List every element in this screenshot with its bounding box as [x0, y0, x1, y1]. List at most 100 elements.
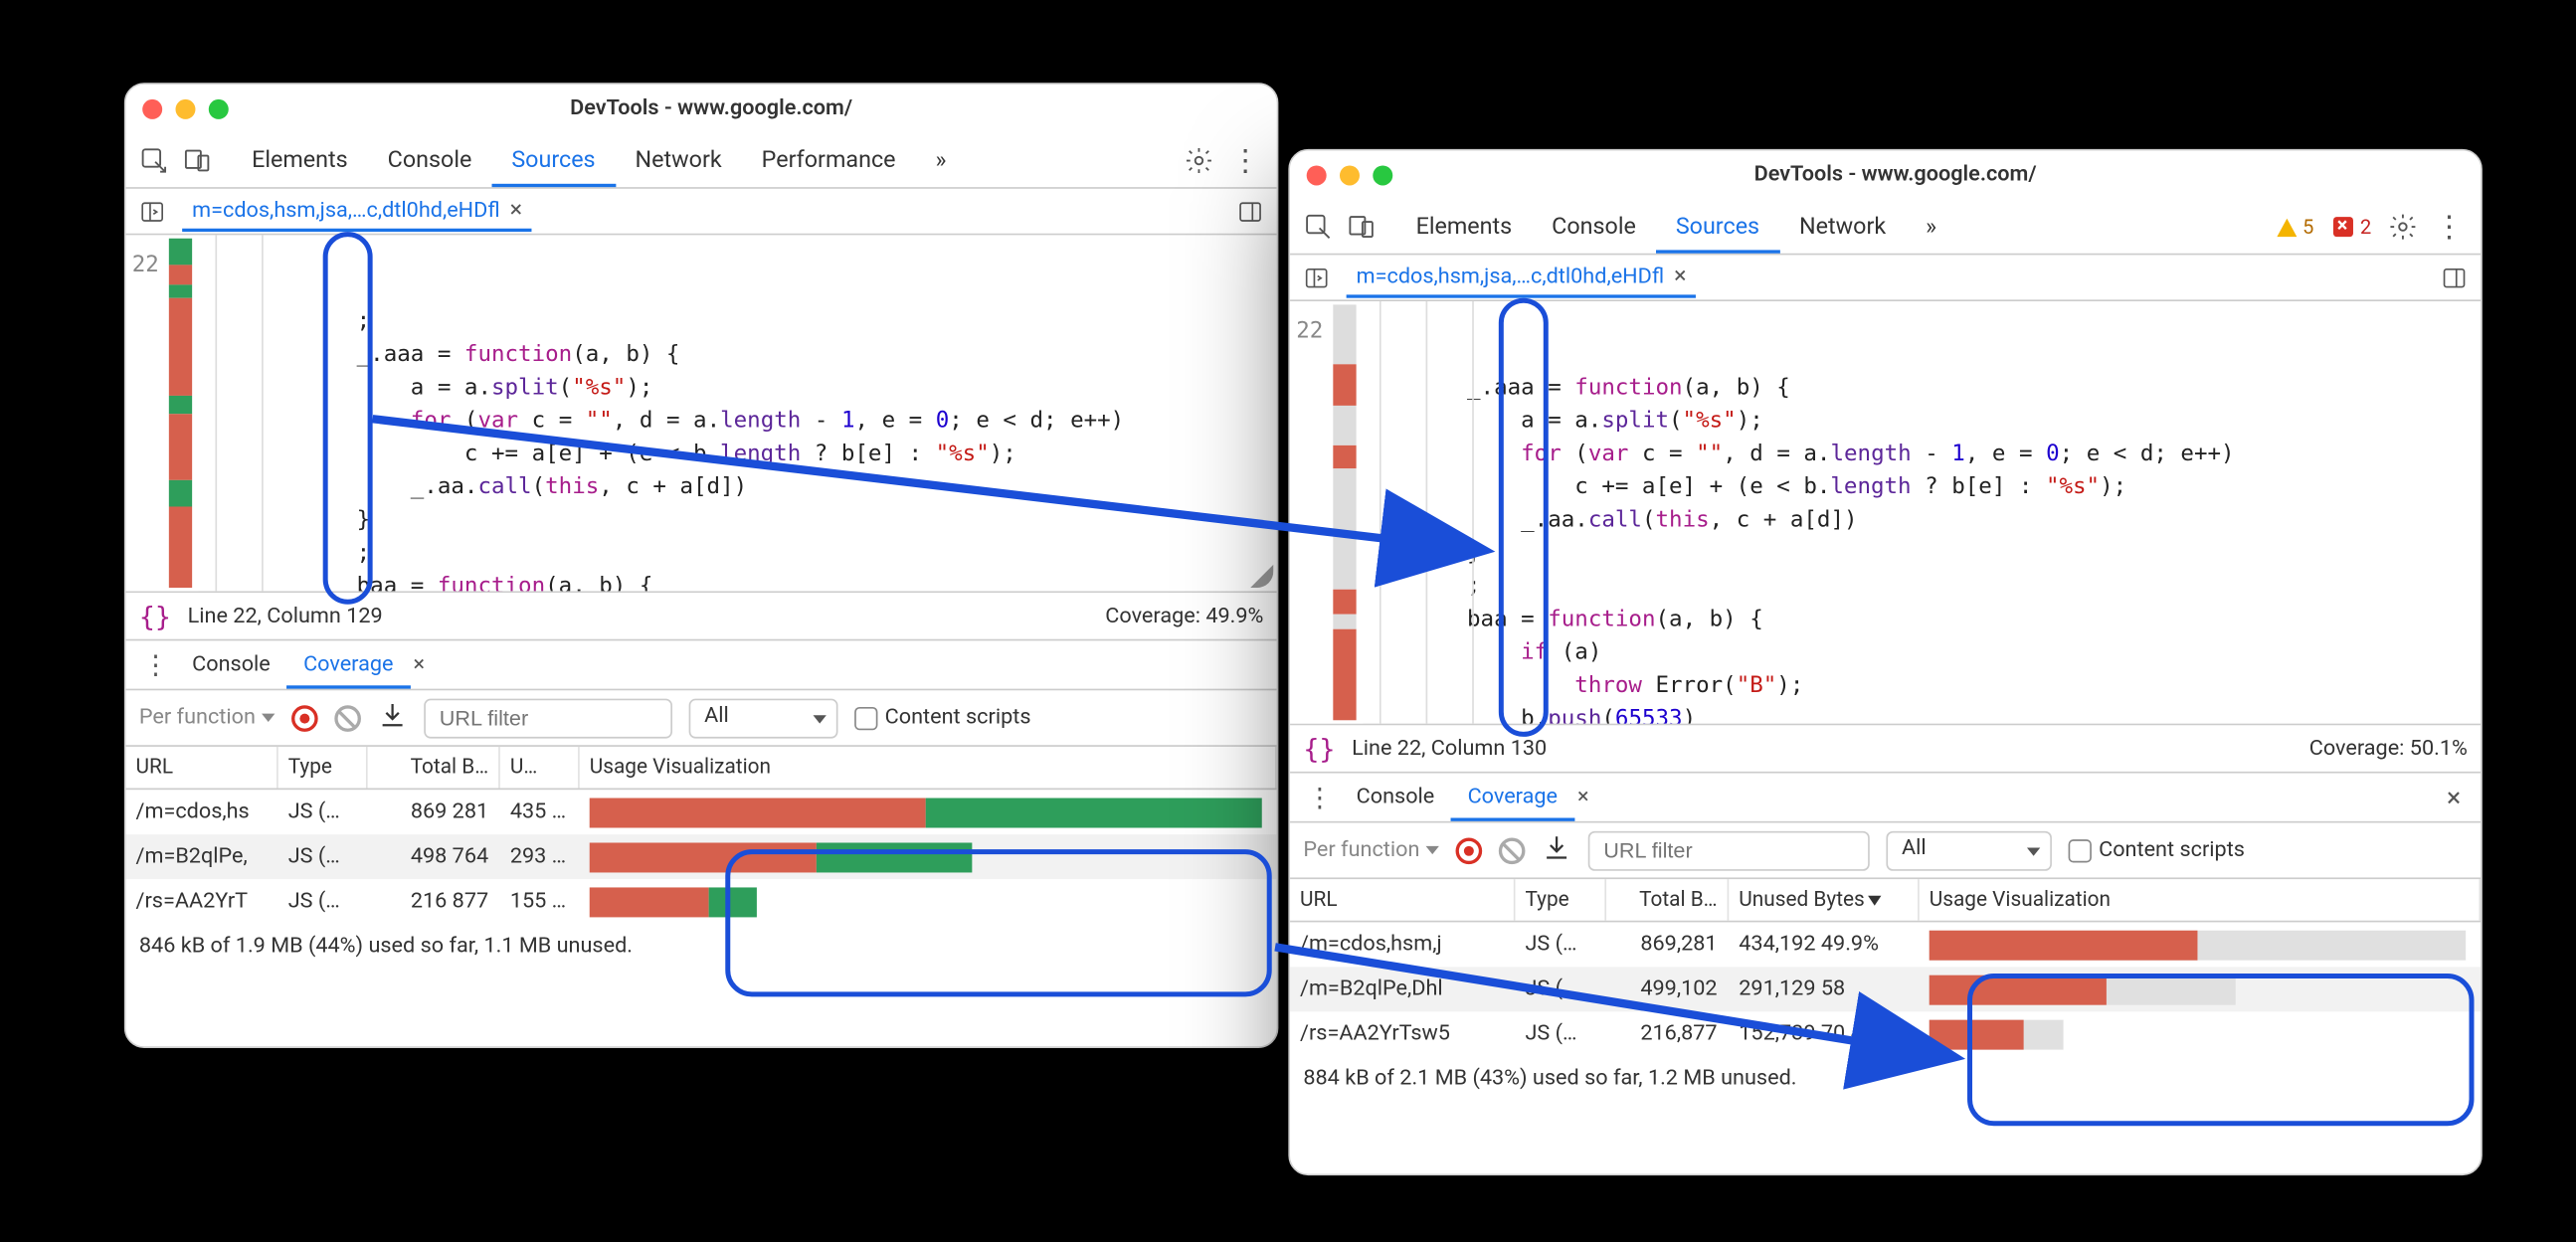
- tab-sources[interactable]: Sources: [491, 135, 615, 187]
- side-panel-icon[interactable]: [1230, 191, 1270, 231]
- per-function-select[interactable]: Per function: [1303, 837, 1439, 862]
- col-viz[interactable]: Usage Visualization: [580, 747, 1277, 789]
- close-icon[interactable]: ×: [510, 197, 522, 224]
- tab-elements[interactable]: Elements: [1396, 201, 1533, 253]
- file-bar: m=cdos,hsm,jsa,…c,dtl0hd,eHDfl ×: [1290, 255, 2481, 301]
- traffic-max-icon[interactable]: [1373, 165, 1392, 185]
- traffic-min-icon[interactable]: [1340, 165, 1360, 185]
- traffic-max-icon[interactable]: [209, 98, 229, 118]
- table-header: URL Type Total B… U… Usage Visualization: [126, 747, 1277, 790]
- code-body[interactable]: ; _.aaa = function(a, b) { a = a.split("…: [199, 235, 1277, 591]
- coverage-footer: 846 kB of 1.9 MB (44%) used so far, 1.1 …: [126, 924, 1277, 969]
- file-bar: m=cdos,hsm,jsa,…c,dtl0hd,eHDfl ×: [126, 189, 1277, 236]
- inspect-icon[interactable]: [1300, 209, 1337, 246]
- coverage-table: URL Type Total B… U… Usage Visualization…: [126, 747, 1277, 924]
- col-unused[interactable]: Unused Bytes: [1729, 879, 1919, 921]
- type-filter-select[interactable]: All: [1887, 830, 2052, 870]
- col-type[interactable]: Type: [278, 747, 368, 789]
- tab-network[interactable]: Network: [1779, 201, 1906, 253]
- drawer-tab-coverage[interactable]: Coverage: [1451, 774, 1574, 820]
- gutter: 22: [1290, 301, 1363, 724]
- status-bar: {} Line 22, Column 129 Coverage: 49.9%: [126, 591, 1277, 640]
- device-icon[interactable]: [179, 142, 216, 179]
- drawer-tab-coverage[interactable]: Coverage: [286, 641, 410, 688]
- side-panel-icon[interactable]: [2435, 258, 2475, 297]
- table-row[interactable]: /rs=AA2YrT JS (… 216 877 155 …: [126, 879, 1277, 924]
- table-row[interactable]: /m=cdos,hs JS (… 869 281 435 …: [126, 790, 1277, 834]
- col-viz[interactable]: Usage Visualization: [1920, 879, 2481, 921]
- traffic-close-icon[interactable]: [142, 98, 162, 118]
- drawer-kebab-icon[interactable]: ⋮: [136, 649, 176, 681]
- type-filter-select[interactable]: All: [689, 698, 838, 738]
- url-filter-input[interactable]: [1588, 830, 1870, 870]
- window-title: DevTools - www.google.com/: [1392, 162, 2398, 187]
- table-row[interactable]: /m=B2qlPe, JS (… 498 764 293 …: [126, 834, 1277, 879]
- tab-network[interactable]: Network: [616, 135, 742, 187]
- record-icon[interactable]: [1456, 837, 1483, 864]
- inspect-icon[interactable]: [136, 142, 173, 179]
- drawer-close-icon[interactable]: ×: [2437, 782, 2471, 813]
- table-row[interactable]: /rs=AA2YrTsw5 JS (… 216,877 152,739 70.4…: [1290, 1011, 2481, 1056]
- per-function-select[interactable]: Per function: [139, 705, 276, 730]
- file-tab-label: m=cdos,hsm,jsa,…c,dtl0hd,eHDfl: [192, 198, 499, 223]
- coverage-percent: Coverage: 50.1%: [2309, 736, 2468, 761]
- pretty-print-icon[interactable]: {}: [1303, 733, 1335, 765]
- tabs-more[interactable]: »: [1906, 201, 1956, 253]
- table-row[interactable]: /m=cdos,hsm,j JS (… 869,281 434,192 49.9…: [1290, 922, 2481, 967]
- gear-icon[interactable]: [2385, 209, 2422, 246]
- col-unused[interactable]: U…: [500, 747, 580, 789]
- device-icon[interactable]: [1343, 209, 1380, 246]
- file-tab[interactable]: m=cdos,hsm,jsa,…c,dtl0hd,eHDfl ×: [182, 190, 532, 232]
- tab-elements[interactable]: Elements: [232, 135, 368, 187]
- gear-icon[interactable]: [1181, 142, 1217, 179]
- file-tab[interactable]: m=cdos,hsm,jsa,…c,dtl0hd,eHDfl ×: [1347, 257, 1697, 298]
- main-toolbar: Elements Console Sources Network » 5 2 ⋮: [1290, 200, 2481, 255]
- code-editor: 22 ; _.aaa = function(a, b) { a = a.spli…: [126, 235, 1277, 591]
- drawer-tab-console[interactable]: Console: [175, 641, 286, 688]
- tab-console[interactable]: Console: [1532, 201, 1656, 253]
- main-toolbar: Elements Console Sources Network Perform…: [126, 134, 1277, 189]
- record-icon[interactable]: [292, 704, 319, 731]
- line-number: 22: [1296, 318, 1323, 345]
- kebab-icon[interactable]: ⋮: [1223, 143, 1266, 178]
- col-url[interactable]: URL: [126, 747, 278, 789]
- col-total[interactable]: Total B…: [368, 747, 500, 789]
- tabs-more[interactable]: »: [916, 135, 967, 187]
- col-type[interactable]: Type: [1515, 879, 1606, 921]
- traffic-close-icon[interactable]: [1307, 165, 1327, 185]
- pretty-print-icon[interactable]: {}: [139, 601, 171, 632]
- traffic-min-icon[interactable]: [175, 98, 195, 118]
- sort-desc-icon: [1868, 895, 1881, 905]
- coverage-percent: Coverage: 49.9%: [1105, 604, 1263, 628]
- table-row[interactable]: /m=B2qlPe,Dhl JS (… 499,102 291,129 58: [1290, 967, 2481, 1011]
- errors-badge[interactable]: 2: [2327, 214, 2378, 241]
- clear-icon[interactable]: [335, 704, 362, 731]
- code-editor: 22 _.aaa = function(a, b) { a = a.split(…: [1290, 301, 2481, 724]
- nav-toggle-icon[interactable]: [132, 191, 172, 231]
- warnings-badge[interactable]: 5: [2270, 214, 2320, 241]
- download-icon[interactable]: [378, 699, 408, 736]
- devtools-window-right: DevTools - www.google.com/ Elements Cons…: [1288, 149, 2482, 1175]
- coverage-toolbar: Per function All Content scripts: [1290, 823, 2481, 880]
- content-scripts-checkbox[interactable]: Content scripts: [855, 705, 1031, 730]
- tab-sources[interactable]: Sources: [1656, 201, 1779, 253]
- content-scripts-checkbox[interactable]: Content scripts: [2069, 837, 2245, 862]
- drawer-tab-close-icon[interactable]: ×: [1577, 785, 1589, 809]
- drawer-tab-close-icon[interactable]: ×: [413, 652, 425, 677]
- col-total[interactable]: Total B…: [1606, 879, 1729, 921]
- clear-icon[interactable]: [1499, 837, 1526, 864]
- col-url[interactable]: URL: [1290, 879, 1515, 921]
- tab-console[interactable]: Console: [368, 135, 492, 187]
- tab-performance[interactable]: Performance: [742, 135, 916, 187]
- drawer-tab-console[interactable]: Console: [1340, 774, 1451, 820]
- status-bar: {} Line 22, Column 130 Coverage: 50.1%: [1290, 724, 2481, 774]
- drawer-kebab-icon[interactable]: ⋮: [1300, 782, 1340, 813]
- nav-toggle-icon[interactable]: [1297, 258, 1337, 297]
- kebab-icon[interactable]: ⋮: [2428, 210, 2471, 245]
- window-title: DevTools - www.google.com/: [229, 96, 1195, 121]
- download-icon[interactable]: [1543, 832, 1572, 869]
- file-tab-label: m=cdos,hsm,jsa,…c,dtl0hd,eHDfl: [1357, 265, 1664, 289]
- close-icon[interactable]: ×: [1674, 264, 1686, 290]
- code-body[interactable]: _.aaa = function(a, b) { a = a.split("%s…: [1363, 301, 2481, 724]
- url-filter-input[interactable]: [425, 698, 673, 738]
